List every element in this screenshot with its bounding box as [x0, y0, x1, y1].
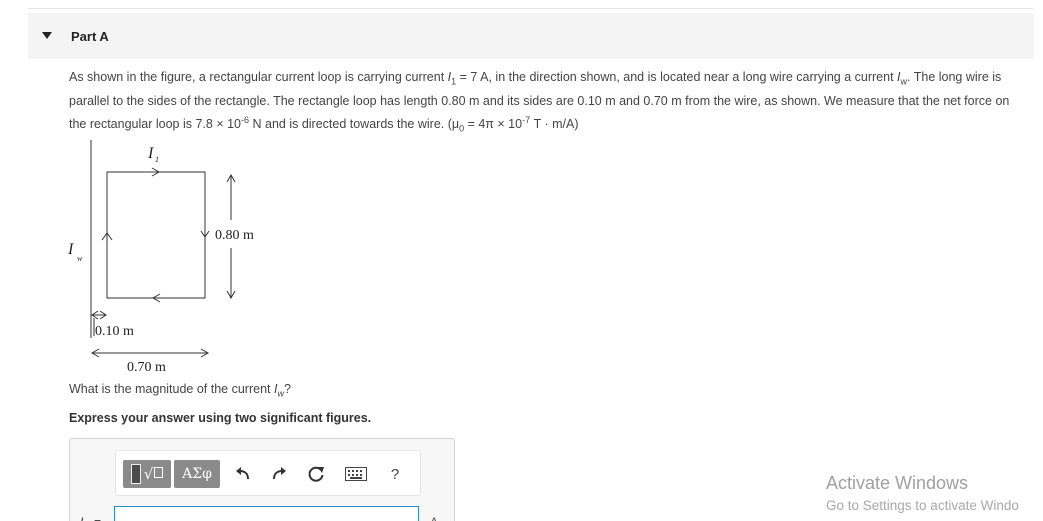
loop-current-label: I [147, 145, 154, 162]
keyboard-icon [345, 467, 367, 481]
template-block-icon [130, 464, 141, 484]
undo-button[interactable] [232, 460, 254, 488]
math-toolbar: √ ΑΣφ ? [115, 450, 421, 496]
template-box-icon [154, 466, 164, 478]
force-exponent: -6 [241, 114, 250, 125]
length-label: 0.80 m [215, 228, 254, 243]
redo-icon [273, 467, 286, 480]
far-distance-label: 0.70 m [127, 360, 166, 375]
answer-input[interactable] [114, 506, 419, 521]
part-header[interactable]: Part A [28, 13, 1034, 59]
problem-text-5: = 4π × 10 [464, 116, 523, 131]
collapse-caret-icon[interactable] [42, 32, 52, 39]
part-title: Part A [71, 29, 109, 44]
question-lead: What is the magnitude of the current [69, 382, 274, 396]
sqrt-icon: √ [143, 465, 154, 483]
top-divider [28, 8, 1034, 9]
greek-symbols-button[interactable]: ΑΣφ [174, 460, 220, 488]
redo-button[interactable] [268, 460, 290, 488]
answer-label: Iw = [80, 515, 101, 521]
problem-text-4: N and is directed towards the wire. (μ [249, 116, 460, 131]
undo-icon [236, 467, 249, 480]
answer-instruction: Express your answer using two significan… [69, 411, 372, 425]
loop-current-label-sub: 1 [155, 155, 159, 164]
question-end: ? [283, 382, 291, 396]
answer-label-equals: = [94, 515, 101, 521]
problem-statement: As shown in the figure, a rectangular cu… [69, 68, 1024, 138]
problem-text-1: As shown in the figure, a rectangular cu… [69, 70, 448, 84]
templates-button[interactable]: √ [123, 460, 171, 488]
reset-icon [308, 466, 324, 482]
answer-units: A [430, 515, 438, 521]
physics-figure: I w I 1 0.80 m 0.10 m 0.70 m [67, 140, 254, 375]
reset-button[interactable] [304, 460, 328, 488]
wire-current-label: I [67, 241, 74, 258]
current-loop [106, 171, 206, 299]
near-distance-label: 0.10 m [95, 324, 134, 339]
problem-text-2: = 7 A, in the direction shown, and is lo… [456, 70, 898, 84]
activate-windows-subtitle: Go to Settings to activate Windo [826, 498, 1019, 513]
answer-panel: √ ΑΣφ ? [69, 438, 455, 521]
help-button[interactable]: ? [386, 460, 404, 488]
question-text: What is the magnitude of the current Iw? [69, 382, 291, 399]
mu-exponent: -7 [522, 114, 531, 125]
problem-text-6: T · m/A) [530, 116, 579, 131]
keyboard-button[interactable] [342, 460, 370, 488]
activate-windows-title: Activate Windows [826, 473, 969, 493]
wire-current-label-sub: w [77, 254, 83, 263]
